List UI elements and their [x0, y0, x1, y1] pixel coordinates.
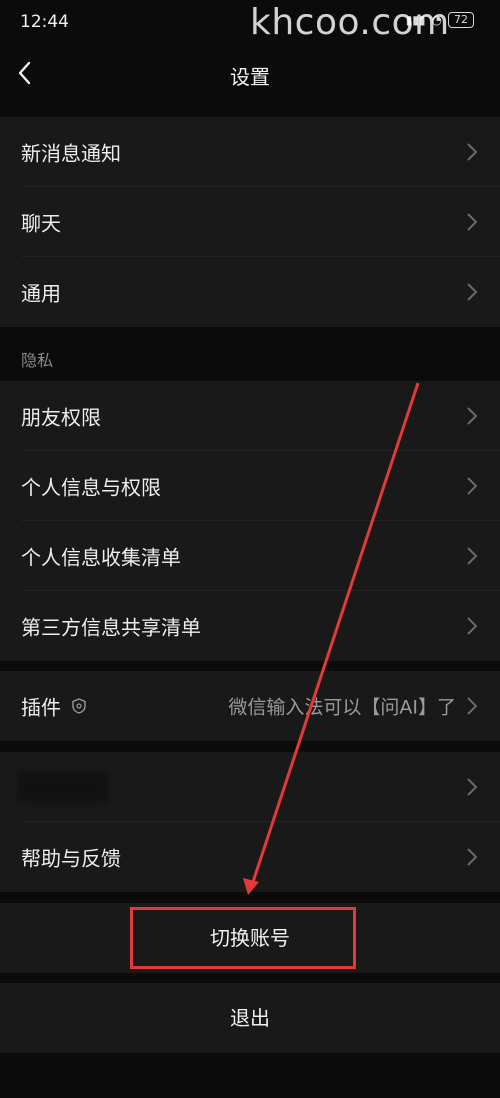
settings-item-redacted[interactable] [0, 752, 500, 822]
plugins-value: 微信输入法可以【问AI】了 [228, 696, 456, 719]
settings-item-general[interactable]: 通用 [0, 257, 500, 327]
section-title-privacy: 隐私 [21, 351, 54, 370]
settings-item-label: 聊天 [21, 211, 61, 236]
logout-label: 退出 [230, 1006, 270, 1030]
settings-group-general: 新消息通知 聊天 通用 [0, 117, 500, 327]
shield-icon [72, 698, 86, 714]
chevron-right-icon [467, 697, 478, 715]
settings-item-label: 第三方信息共享清单 [21, 615, 201, 640]
chevron-right-icon [467, 213, 478, 231]
logout-button[interactable]: 退出 [0, 983, 500, 1053]
settings-group-privacy: 朋友权限 个人信息与权限 个人信息收集清单 第三方信息共享清单 [0, 381, 500, 661]
chevron-right-icon [467, 848, 478, 866]
settings-group-support: 帮助与反馈 [0, 752, 500, 892]
settings-item-label: 帮助与反馈 [21, 846, 121, 871]
settings-item-personal-info-list[interactable]: 个人信息收集清单 [0, 521, 500, 591]
redacted-label [18, 772, 108, 802]
navigation-bar: 设置 [0, 46, 500, 102]
watermark: khcoo.com [250, 2, 450, 43]
chevron-right-icon [467, 143, 478, 161]
chevron-right-icon [467, 547, 478, 565]
settings-item-label: 插件 [21, 695, 61, 720]
settings-item-help-feedback[interactable]: 帮助与反馈 [0, 822, 500, 892]
status-time: 12:44 [20, 12, 69, 32]
annotation-highlight-box [130, 907, 356, 969]
chevron-right-icon [467, 778, 478, 796]
chevron-right-icon [467, 283, 478, 301]
settings-item-chat[interactable]: 聊天 [0, 187, 500, 257]
settings-item-friend-permissions[interactable]: 朋友权限 [0, 381, 500, 451]
chevron-right-icon [467, 477, 478, 495]
chevron-right-icon [467, 617, 478, 635]
settings-group-plugins: 插件 微信输入法可以【问AI】了 [0, 671, 500, 741]
settings-item-plugins[interactable]: 插件 微信输入法可以【问AI】了 [0, 671, 500, 741]
chevron-right-icon [467, 407, 478, 425]
settings-item-personal-info-permissions[interactable]: 个人信息与权限 [0, 451, 500, 521]
settings-item-third-party-sharing[interactable]: 第三方信息共享清单 [0, 591, 500, 661]
settings-item-label: 个人信息收集清单 [21, 545, 181, 570]
status-bar: 12:44 ▮▮▮ ◔ 72 khcoo.com [0, 0, 500, 46]
settings-item-label: 新消息通知 [21, 141, 121, 166]
settings-item-label: 个人信息与权限 [21, 475, 161, 500]
settings-item-label: 朋友权限 [21, 405, 101, 430]
settings-item-label: 通用 [21, 281, 61, 306]
battery-icon: 72 [448, 12, 474, 28]
page-title: 设置 [230, 65, 270, 89]
settings-item-notifications[interactable]: 新消息通知 [0, 117, 500, 187]
